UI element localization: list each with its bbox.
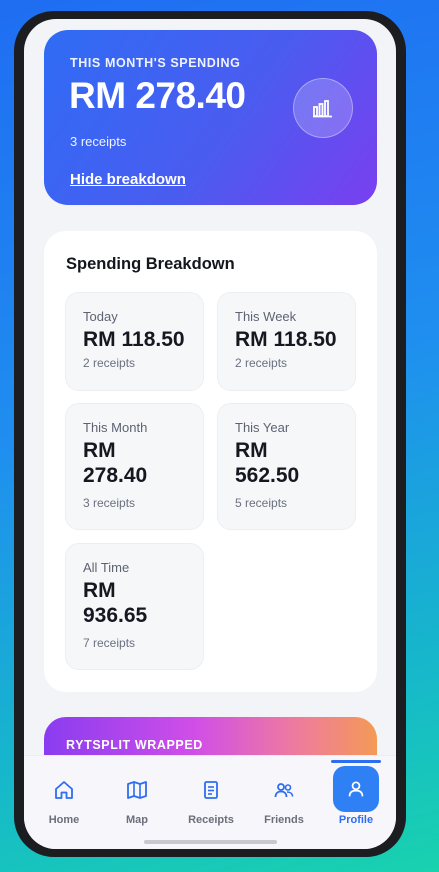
tile-amount-currency: RM: [83, 439, 116, 462]
tile-all-time: All Time RM 936.65 7 receipts: [65, 543, 204, 670]
app-screen: THIS MONTH'S SPENDING RM 278.40 3 receip…: [24, 19, 396, 849]
tile-amount-value: 562.50: [235, 464, 300, 488]
tile-receipts: 5 receipts: [235, 496, 288, 510]
tile-receipts: 2 receipts: [83, 356, 136, 370]
tile-amount-currency: RM: [83, 579, 116, 602]
tile-receipts: 3 receipts: [83, 496, 136, 510]
nav-label: Home: [48, 814, 80, 826]
tile-amount: RM 936.65: [83, 578, 147, 628]
monthly-spending-card: THIS MONTH'S SPENDING RM 278.40 3 receip…: [44, 30, 377, 205]
tile-amount: RM 118.50: [83, 328, 185, 351]
profile-active-pill: [333, 766, 379, 812]
spending-amount: RM 278.40: [69, 75, 246, 116]
spending-label: THIS MONTH'S SPENDING: [70, 56, 241, 70]
nav-home[interactable]: Home: [27, 756, 101, 849]
tile-period: Today: [83, 309, 118, 324]
hide-breakdown-link[interactable]: Hide breakdown: [70, 171, 186, 188]
tile-receipts: 2 receipts: [235, 356, 288, 370]
receipt-count: 3 receipts: [70, 134, 127, 149]
nav-map[interactable]: Map: [100, 756, 174, 849]
tile-amount: RM 562.50: [235, 438, 299, 488]
tile-period: This Week: [235, 309, 297, 324]
nav-friends[interactable]: Friends: [247, 756, 321, 849]
tile-amount-currency: RM: [235, 439, 268, 462]
chart-button[interactable]: [293, 78, 353, 138]
tile-amount: RM 278.40: [83, 438, 147, 488]
tile-period: This Month: [83, 420, 148, 435]
tile-period: This Year: [235, 420, 290, 435]
profile-icon: [348, 781, 364, 797]
map-icon: [127, 781, 147, 799]
phone-frame: THIS MONTH'S SPENDING RM 278.40 3 receip…: [14, 11, 406, 857]
tile-amount-value: 936.65: [83, 604, 148, 628]
spending-breakdown-card: Spending Breakdown Today RM 118.50 2 rec…: [44, 231, 377, 692]
home-icon: [55, 781, 73, 799]
tile-receipts: 7 receipts: [83, 636, 136, 650]
tile-today: Today RM 118.50 2 receipts: [65, 292, 204, 391]
friends-icon: [274, 783, 294, 798]
bottom-nav: Home Map Receipts Friends Profile: [24, 755, 396, 849]
nav-profile[interactable]: Profile: [319, 756, 393, 849]
nav-label: Receipts: [188, 814, 234, 826]
tile-this-month: This Month RM 278.40 3 receipts: [65, 403, 204, 530]
nav-label: Profile: [338, 814, 374, 826]
tile-this-year: This Year RM 562.50 5 receipts: [217, 403, 356, 530]
active-indicator: [331, 760, 381, 763]
tile-period: All Time: [83, 560, 130, 575]
nav-label: Friends: [264, 814, 304, 826]
nav-receipts[interactable]: Receipts: [174, 756, 248, 849]
breakdown-title: Spending Breakdown: [66, 255, 235, 273]
bar-chart-icon: [313, 100, 332, 118]
tile-this-week: This Week RM 118.50 2 receipts: [217, 292, 356, 391]
tile-amount-value: 278.40: [83, 464, 148, 488]
nav-label: Map: [126, 814, 148, 826]
receipt-icon: [204, 781, 218, 799]
home-indicator: [144, 840, 277, 844]
wrapped-label: RYTSPLIT WRAPPED: [66, 738, 203, 752]
tile-amount: RM 118.50: [235, 328, 337, 351]
